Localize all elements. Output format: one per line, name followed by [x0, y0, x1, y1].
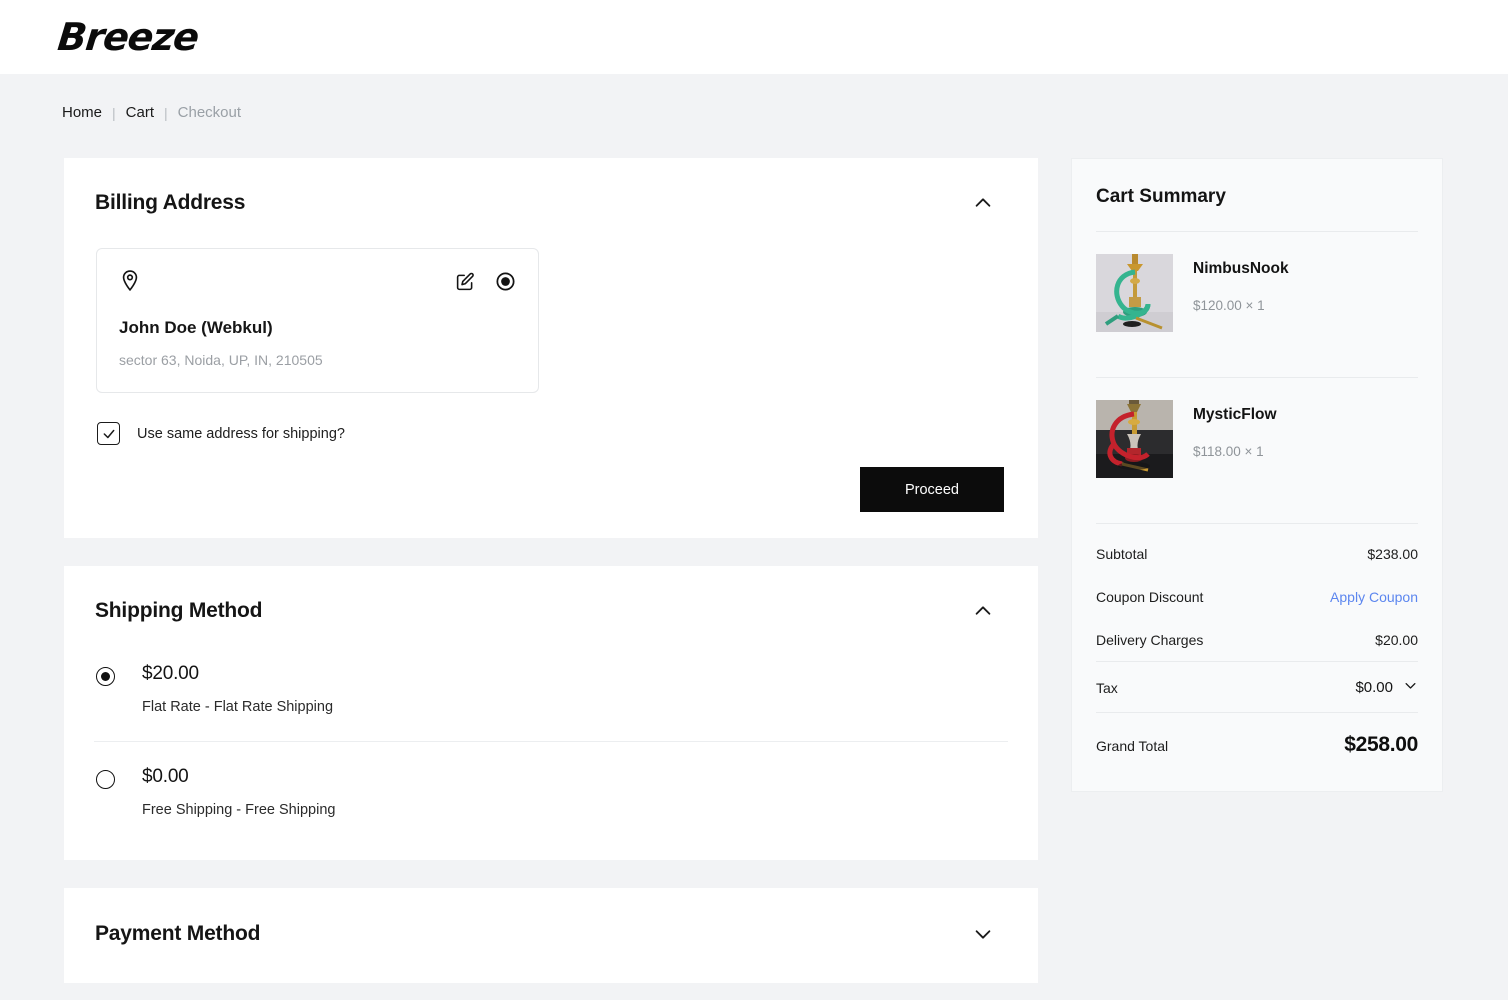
breadcrumb-item-home[interactable]: Home: [62, 104, 102, 121]
edit-pencil-icon[interactable]: [455, 271, 476, 297]
payment-method-title: Payment Method: [95, 922, 261, 945]
delivery-charges-label: Delivery Charges: [1096, 632, 1204, 648]
delivery-charges-value: $20.00: [1375, 632, 1418, 648]
breadcrumb-separator: |: [164, 104, 168, 121]
tax-label: Tax: [1096, 679, 1118, 696]
site-header: Breeze: [0, 0, 1508, 74]
cart-item-name: NimbusNook: [1193, 260, 1289, 277]
tax-value: $0.00: [1355, 679, 1393, 696]
radio-unselected-icon[interactable]: [96, 770, 115, 789]
brand-logo[interactable]: Breeze: [56, 15, 201, 59]
use-same-address-label: Use same address for shipping?: [137, 425, 345, 442]
address-line: sector 63, Noida, UP, IN, 210505: [119, 352, 323, 368]
shipping-options: $20.00 Flat Rate - Flat Rate Shipping $0…: [64, 663, 1038, 818]
cart-summary-column: Cart Summary NimbusNook $120.00 × 1 Myst…: [1071, 158, 1443, 792]
address-name: John Doe (Webkul): [119, 318, 273, 337]
tax-row[interactable]: Tax $0.00: [1096, 662, 1418, 712]
cart-item-price-qty: $120.00 × 1: [1193, 298, 1265, 313]
address-card[interactable]: John Doe (Webkul) sector 63, Noida, UP, …: [96, 248, 539, 393]
product-thumbnail-image: [1096, 400, 1173, 478]
use-same-address-row[interactable]: Use same address for shipping?: [97, 422, 1038, 445]
shipping-method-section: Shipping Method $20.00 Flat Rate - Flat …: [64, 566, 1038, 860]
coupon-row: Coupon Discount Apply Coupon: [1096, 575, 1418, 618]
chevron-up-icon[interactable]: [972, 600, 994, 622]
chevron-up-icon[interactable]: [972, 192, 994, 214]
location-pin-icon: [119, 269, 141, 298]
checkout-page: Breeze Home | Cart | Checkout Billing Ad…: [0, 0, 1508, 1000]
chevron-down-icon[interactable]: [972, 923, 994, 945]
shipping-option[interactable]: $20.00 Flat Rate - Flat Rate Shipping: [64, 663, 1038, 715]
breadcrumb-item-cart[interactable]: Cart: [126, 104, 154, 121]
delivery-charges-row: Delivery Charges $20.00: [1096, 618, 1418, 661]
radio-selected-icon[interactable]: [96, 667, 115, 686]
cart-summary-title: Cart Summary: [1096, 186, 1226, 207]
cart-item[interactable]: NimbusNook $120.00 × 1: [1096, 232, 1418, 354]
shipping-method-header[interactable]: Shipping Method: [64, 566, 1038, 623]
breadcrumb-item-checkout: Checkout: [177, 104, 242, 121]
use-same-address-checkbox[interactable]: [97, 422, 120, 445]
apply-coupon-link[interactable]: Apply Coupon: [1330, 589, 1418, 605]
cart-item-price-qty: $118.00 × 1: [1193, 444, 1264, 459]
proceed-button[interactable]: Proceed: [860, 467, 1004, 512]
payment-method-section: Payment Method: [64, 888, 1038, 983]
billing-address-header[interactable]: Billing Address: [64, 158, 1038, 215]
shipping-options-divider: [94, 741, 1008, 742]
coupon-discount-label: Coupon Discount: [1096, 589, 1204, 605]
cart-summary-panel: Cart Summary NimbusNook $120.00 × 1 Myst…: [1071, 158, 1443, 792]
billing-address-title: Billing Address: [95, 191, 246, 214]
shipping-option-description: Flat Rate - Flat Rate Shipping: [142, 699, 334, 715]
breadcrumb-separator: |: [112, 104, 116, 121]
grand-total-label: Grand Total: [1096, 738, 1169, 754]
subtotal-value: $238.00: [1367, 546, 1418, 562]
billing-address-section: Billing Address John Doe (Webkul) sector…: [64, 158, 1038, 538]
grand-total-row: Grand Total $258.00: [1096, 713, 1418, 761]
shipping-option[interactable]: $0.00 Free Shipping - Free Shipping: [64, 766, 1038, 818]
cart-item[interactable]: MysticFlow $118.00 × 1: [1096, 378, 1418, 500]
payment-method-header[interactable]: Payment Method: [64, 888, 1038, 946]
shipping-option-price: $20.00: [142, 663, 199, 684]
product-thumbnail-image: [1096, 254, 1173, 332]
breadcrumb: Home | Cart | Checkout: [62, 104, 241, 121]
shipping-method-title: Shipping Method: [95, 599, 263, 622]
shipping-option-price: $0.00: [142, 766, 189, 787]
address-card-toolbar: [119, 269, 516, 298]
subtotal-row: Subtotal $238.00: [1096, 524, 1418, 575]
chevron-down-icon[interactable]: [1403, 678, 1418, 697]
cart-item-name: MysticFlow: [1193, 406, 1277, 423]
checkout-main-column: Billing Address John Doe (Webkul) sector…: [64, 158, 1038, 983]
radio-selected-icon[interactable]: [495, 271, 516, 297]
grand-total-value: $258.00: [1344, 733, 1418, 756]
shipping-option-description: Free Shipping - Free Shipping: [142, 802, 336, 818]
proceed-row: Proceed: [64, 445, 1038, 512]
subtotal-label: Subtotal: [1096, 546, 1148, 562]
